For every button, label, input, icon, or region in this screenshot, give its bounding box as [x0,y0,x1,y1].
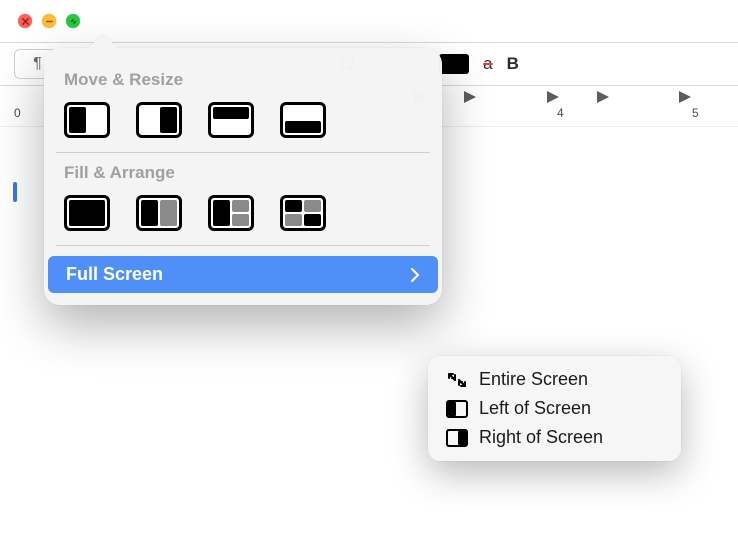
traffic-lights [18,14,80,28]
tab-marker-icon[interactable] [546,90,560,104]
pilcrow-icon: ¶ [33,55,42,73]
window-tiling-popover: Move & Resize Fill & Arrange Full Screen [44,48,442,305]
tile-top-half-icon[interactable] [208,102,254,138]
ruler-number: 0 [14,106,21,120]
section-title-fill-arrange: Fill & Arrange [64,163,426,183]
strikethrough-icon: a [483,54,492,73]
bold-button[interactable]: B [507,54,519,74]
tile-bottom-half-icon[interactable] [280,102,326,138]
divider [56,245,430,246]
arrange-quadrants-icon[interactable] [280,195,326,231]
text-cursor [13,182,17,202]
tile-right-half-icon[interactable] [136,102,182,138]
ruler-number: 4 [557,106,564,120]
screen-left-icon [446,400,468,418]
submenu-item-right-of-screen[interactable]: Right of Screen [436,423,673,452]
submenu-item-left-of-screen[interactable]: Left of Screen [436,394,673,423]
submenu-item-label: Left of Screen [479,398,591,419]
tab-marker-icon[interactable] [463,90,477,104]
window-titlebar [0,0,738,43]
fill-arrange-options [60,195,426,231]
full-screen-menu-item[interactable]: Full Screen [48,256,438,293]
strikethrough-button[interactable]: a [483,54,492,74]
arrange-left-main-icon[interactable] [136,195,182,231]
text-color-swatch[interactable] [439,54,469,74]
chevron-right-icon [410,267,420,283]
full-screen-label: Full Screen [66,264,163,285]
fill-screen-icon[interactable] [64,195,110,231]
arrange-left-stack-icon[interactable] [208,195,254,231]
minimize-window-button[interactable] [42,14,56,28]
section-title-move-resize: Move & Resize [64,70,426,90]
fullscreen-icon [69,17,78,26]
tab-marker-icon[interactable] [596,90,610,104]
full-screen-submenu: Entire Screen Left of Screen Right of Sc… [428,356,681,461]
zoom-window-button[interactable] [66,14,80,28]
submenu-item-label: Entire Screen [479,369,588,390]
submenu-item-label: Right of Screen [479,427,603,448]
divider [56,152,430,153]
close-icon [21,17,30,26]
minimize-icon [45,17,54,26]
tab-marker-icon[interactable] [678,90,692,104]
submenu-item-entire-screen[interactable]: Entire Screen [436,365,673,394]
screen-right-icon [446,429,468,447]
ruler-number: 5 [692,106,699,120]
close-window-button[interactable] [18,14,32,28]
expand-arrows-icon [446,371,468,389]
move-resize-options [60,102,426,138]
tile-left-half-icon[interactable] [64,102,110,138]
